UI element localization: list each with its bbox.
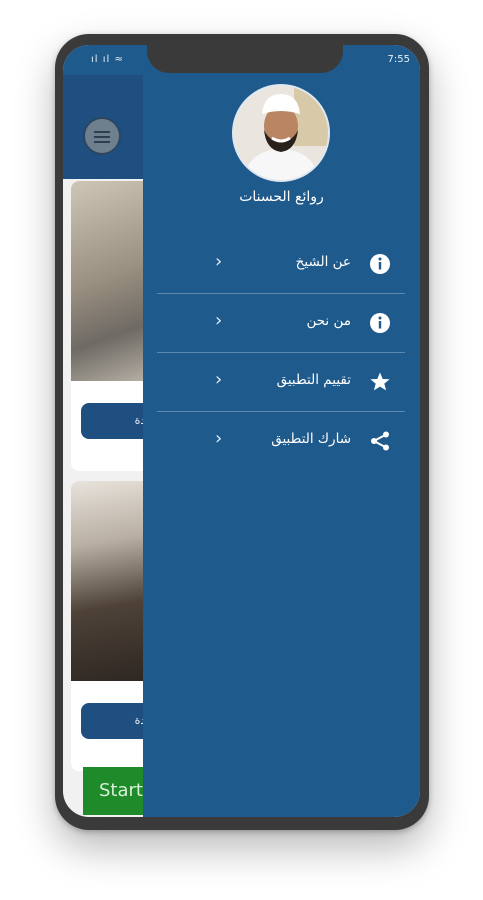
- navigation-drawer: روائع الحسنات عن الشيخ ‹ من نحن ‹ تقييم …: [143, 75, 420, 817]
- menu-item-about-sheikh[interactable]: عن الشيخ ‹: [157, 235, 405, 294]
- share-icon: [369, 430, 391, 452]
- drawer-title: روائع الحسنات: [239, 189, 324, 205]
- chevron-left-icon: ‹: [215, 428, 223, 449]
- menu-item-rate-app[interactable]: تقييم التطبيق ‹: [157, 353, 405, 412]
- menu-item-share-app[interactable]: شارك التطبيق ‹: [157, 412, 405, 470]
- chevron-left-icon: ‹: [215, 310, 223, 331]
- chevron-left-icon: ‹: [215, 369, 223, 390]
- drawer-menu: عن الشيخ ‹ من نحن ‹ تقييم التطبيق ‹ شارك…: [157, 235, 405, 470]
- menu-item-label: من نحن: [306, 313, 351, 329]
- info-icon: [369, 312, 391, 334]
- menu-item-label: عن الشيخ: [295, 254, 351, 270]
- info-icon: [369, 253, 391, 275]
- chevron-left-icon: ‹: [215, 251, 223, 272]
- hamburger-menu-button[interactable]: [83, 117, 121, 155]
- menu-item-label: تقييم التطبيق: [276, 372, 351, 388]
- camera-notch: [147, 45, 343, 73]
- star-icon: [369, 371, 391, 393]
- clock: 7:55: [387, 54, 410, 65]
- menu-item-label: شارك التطبيق: [271, 431, 351, 447]
- menu-item-about-us[interactable]: من نحن ‹: [157, 294, 405, 353]
- signal-indicators: ıl ıl ≈: [91, 54, 124, 65]
- phone-screen: ıl ıl ≈ 7:55 مشاهدة مشاهدة Start: [63, 45, 420, 817]
- avatar: [232, 84, 330, 182]
